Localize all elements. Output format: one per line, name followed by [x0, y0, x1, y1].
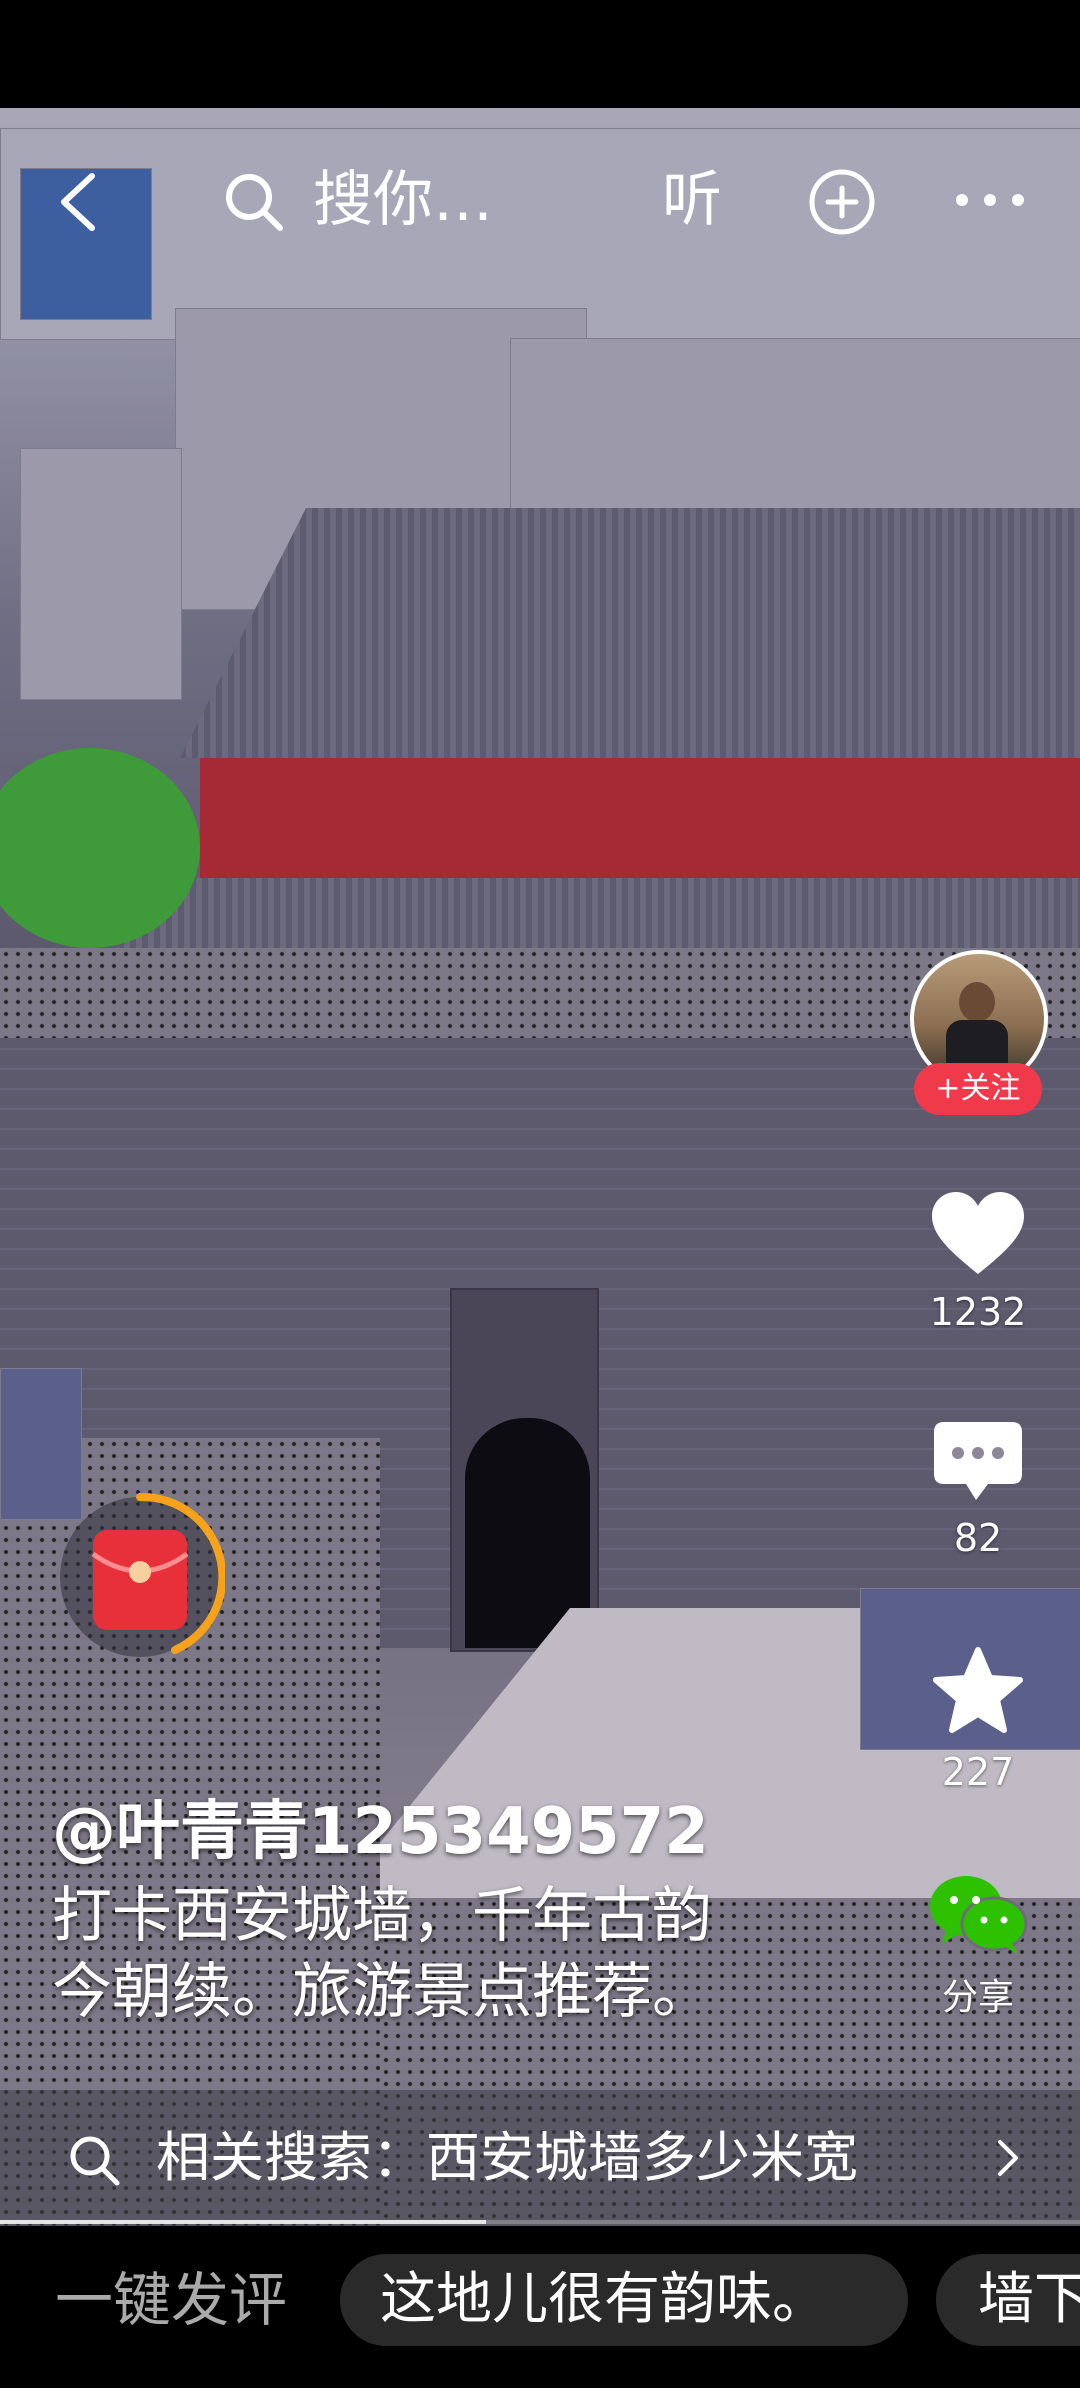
- comment-icon: [934, 1422, 1022, 1500]
- search-icon[interactable]: [222, 170, 286, 234]
- wechat-icon: [930, 1876, 1028, 1954]
- comment-button[interactable]: 82: [908, 1418, 1048, 1560]
- related-search-bar[interactable]: 相关搜索：西安城墙多少米宽: [0, 2090, 1080, 2226]
- listen-button[interactable]: 听: [662, 160, 722, 240]
- playback-progress[interactable]: [0, 2220, 1080, 2224]
- author-handle[interactable]: @叶青青125349572: [52, 1780, 709, 1872]
- description-line: 今朝续。旅游景点推荐。: [52, 1957, 712, 2027]
- top-nav: 搜你… 听: [0, 160, 1080, 240]
- tower-roof: [180, 508, 1080, 758]
- add-circle-icon[interactable]: [808, 168, 876, 236]
- heart-icon: [932, 1192, 1024, 1274]
- search-icon: [70, 2136, 120, 2186]
- search-input[interactable]: 搜你…: [313, 160, 493, 240]
- share-label: 分享: [941, 1977, 1014, 2018]
- follow-button[interactable]: +关注: [914, 1063, 1042, 1115]
- star-icon: [933, 1647, 1023, 1733]
- share-button[interactable]: 分享: [908, 1872, 1048, 2020]
- building: [20, 448, 182, 700]
- red-packet-icon: [60, 1492, 227, 1657]
- favorite-button[interactable]: 227: [908, 1646, 1048, 1794]
- video-description: 打卡西安城墙，千年古韵 今朝续。旅游景点推荐。: [52, 1878, 872, 2030]
- quick-comment-chip[interactable]: 墙下: [936, 2254, 1080, 2346]
- red-packet-widget[interactable]: [55, 1492, 227, 1662]
- quick-comment-chip[interactable]: 这地儿很有韵味。: [340, 2254, 908, 2346]
- status-bar: [0, 0, 1080, 108]
- tower-red-hall: [200, 758, 1080, 878]
- favorite-count: 227: [941, 1750, 1015, 1794]
- back-arrow-icon[interactable]: [54, 172, 104, 232]
- chevron-right-icon: [998, 2140, 1018, 2176]
- more-options-icon[interactable]: [952, 190, 1028, 210]
- like-button[interactable]: 1232: [908, 1188, 1048, 1334]
- quick-comment-label[interactable]: 一键发评: [55, 2226, 287, 2374]
- related-search-text: 相关搜索：西安城墙多少米宽: [156, 2126, 858, 2189]
- quick-comment-bar: 一键发评 这地儿很有韵味。 墙下: [0, 2226, 1080, 2388]
- like-count: 1232: [929, 1290, 1027, 1334]
- description-line: 打卡西安城墙，千年古韵: [52, 1881, 712, 1951]
- comment-count: 82: [953, 1516, 1003, 1560]
- playback-progress-fill: [0, 2220, 486, 2224]
